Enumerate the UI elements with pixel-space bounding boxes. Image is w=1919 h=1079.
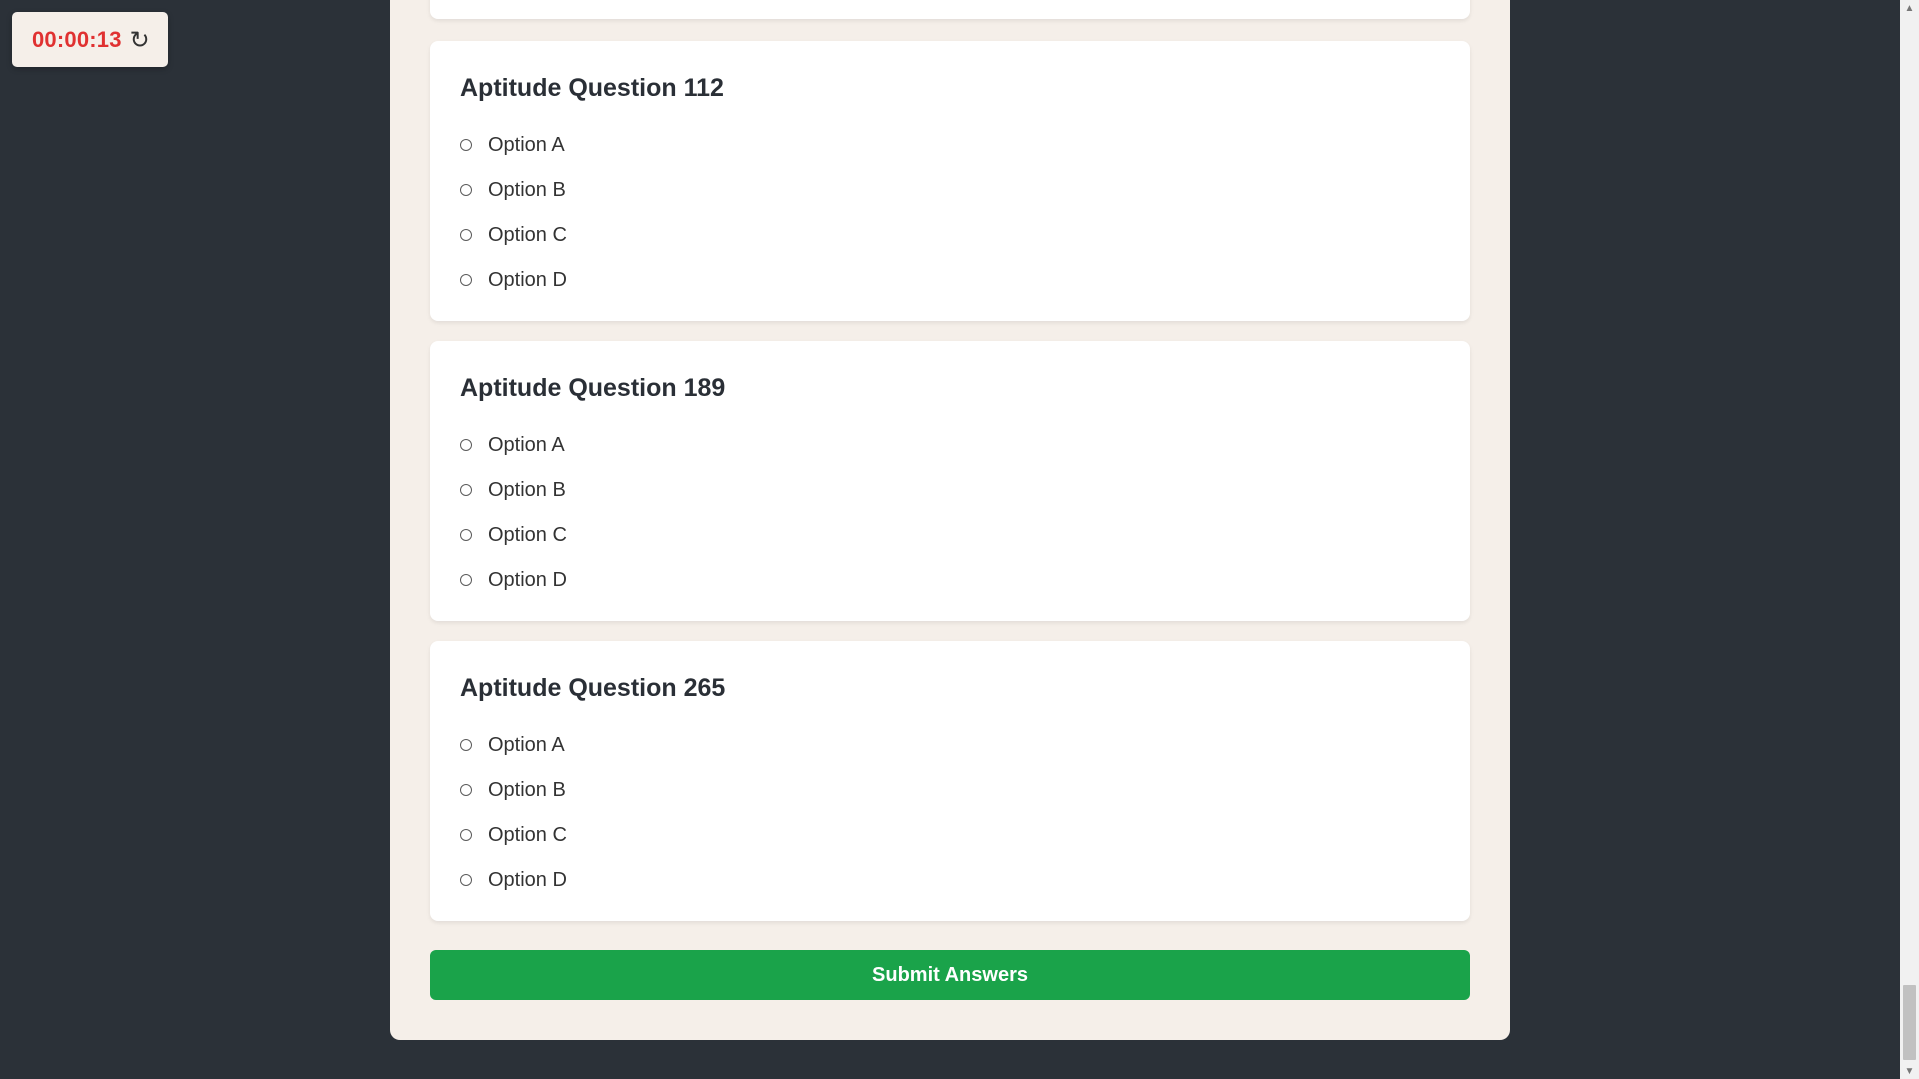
radio-button[interactable] <box>460 574 472 586</box>
option-label: Option C <box>488 824 567 846</box>
option-c[interactable]: Option C <box>460 213 1440 258</box>
radio-button[interactable] <box>460 229 472 241</box>
radio-button[interactable] <box>460 529 472 541</box>
option-label: Option B <box>488 779 566 801</box>
option-c[interactable]: Option C <box>460 813 1440 858</box>
option-b[interactable]: Option B <box>460 768 1440 813</box>
vertical-scrollbar[interactable]: ▲ ▼ <box>1900 0 1919 1079</box>
option-label: Option D <box>488 569 567 591</box>
option-label: Option A <box>488 434 565 456</box>
option-label: Option C <box>488 524 567 546</box>
timer-display: 00:00:13 <box>32 26 122 52</box>
radio-button[interactable] <box>460 139 472 151</box>
submit-answers-button[interactable]: Submit Answers <box>430 950 1470 1000</box>
radio-button[interactable] <box>460 184 472 196</box>
radio-button[interactable] <box>460 274 472 286</box>
radio-button[interactable] <box>460 439 472 451</box>
timer-widget: 00:00:13 ↻ <box>12 12 168 67</box>
option-label: Option A <box>488 734 565 756</box>
radio-button[interactable] <box>460 484 472 496</box>
question-title: Aptitude Question 189 <box>460 374 726 402</box>
option-c[interactable]: Option C <box>460 513 1440 558</box>
question-title: Aptitude Question 265 <box>460 674 726 702</box>
radio-button[interactable] <box>460 739 472 751</box>
option-d[interactable]: Option D <box>460 258 1440 303</box>
scroll-down-icon[interactable]: ▼ <box>1900 1063 1919 1079</box>
previous-question-card <box>430 0 1470 19</box>
option-d[interactable]: Option D <box>460 558 1440 603</box>
question-title: Aptitude Question 112 <box>460 74 724 102</box>
scroll-thumb[interactable] <box>1903 985 1916 1060</box>
option-d[interactable]: Option D <box>460 858 1440 903</box>
quiz-container: Aptitude Question 112 Option A Option B … <box>390 0 1510 1040</box>
option-a[interactable]: Option A <box>460 123 1440 168</box>
option-b[interactable]: Option B <box>460 168 1440 213</box>
option-a[interactable]: Option A <box>460 723 1440 768</box>
option-label: Option D <box>488 869 567 891</box>
question-card-112: Aptitude Question 112 Option A Option B … <box>430 41 1470 321</box>
question-card-189: Aptitude Question 189 Option A Option B … <box>430 341 1470 621</box>
reset-icon[interactable]: ↻ <box>130 28 150 53</box>
question-card-265: Aptitude Question 265 Option A Option B … <box>430 641 1470 921</box>
radio-button[interactable] <box>460 784 472 796</box>
option-label: Option C <box>488 224 567 246</box>
option-label: Option B <box>488 479 566 501</box>
option-label: Option D <box>488 269 567 291</box>
option-label: Option A <box>488 134 565 156</box>
option-b[interactable]: Option B <box>460 468 1440 513</box>
option-label: Option B <box>488 179 566 201</box>
scroll-up-icon[interactable]: ▲ <box>1900 0 1919 16</box>
radio-button[interactable] <box>460 829 472 841</box>
option-a[interactable]: Option A <box>460 423 1440 468</box>
radio-button[interactable] <box>460 874 472 886</box>
